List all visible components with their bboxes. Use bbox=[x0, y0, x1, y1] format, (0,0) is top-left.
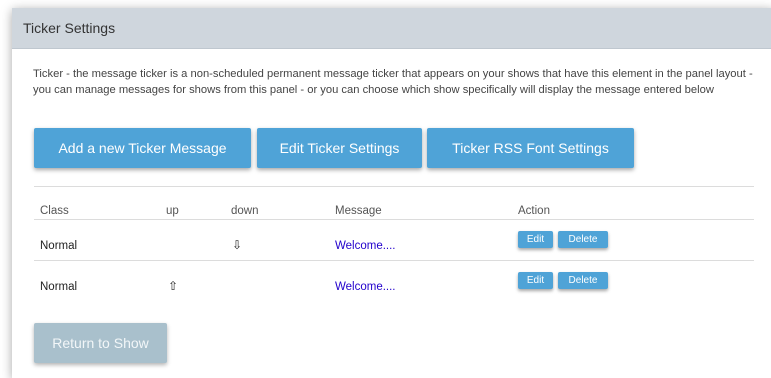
return-to-show-button[interactable]: Return to Show bbox=[34, 323, 167, 363]
move-down-icon[interactable]: ⇩ bbox=[232, 238, 242, 252]
edit-button[interactable]: Edit bbox=[518, 231, 553, 248]
column-header-action: Action bbox=[518, 205, 550, 217]
panel-description: Ticker - the message ticker is a non-sch… bbox=[33, 68, 753, 96]
message-link[interactable]: Welcome.... bbox=[335, 281, 396, 293]
edit-ticker-settings-button[interactable]: Edit Ticker Settings bbox=[257, 128, 422, 168]
panel-header: Ticker Settings bbox=[12, 8, 771, 49]
column-header-message: Message bbox=[335, 205, 382, 217]
header-divider bbox=[34, 219, 754, 220]
add-ticker-message-button[interactable]: Add a new Ticker Message bbox=[34, 128, 251, 168]
row-class: Normal bbox=[40, 281, 78, 293]
edit-button[interactable]: Edit bbox=[518, 272, 553, 289]
delete-button[interactable]: Delete bbox=[558, 231, 608, 248]
row-divider bbox=[34, 260, 754, 261]
row-class: Normal bbox=[40, 240, 78, 252]
message-link[interactable]: Welcome.... bbox=[335, 240, 396, 252]
column-header-down: down bbox=[231, 205, 259, 217]
move-up-icon[interactable]: ⇧ bbox=[168, 279, 178, 293]
ticker-rss-font-settings-button[interactable]: Ticker RSS Font Settings bbox=[427, 128, 634, 168]
column-header-up: up bbox=[166, 205, 179, 217]
table-top-divider bbox=[34, 186, 754, 187]
panel-title: Ticker Settings bbox=[23, 20, 116, 36]
ticker-settings-panel: Ticker Settings Ticker - the message tic… bbox=[12, 8, 771, 378]
column-header-class: Class bbox=[40, 205, 69, 217]
delete-button[interactable]: Delete bbox=[558, 272, 608, 289]
